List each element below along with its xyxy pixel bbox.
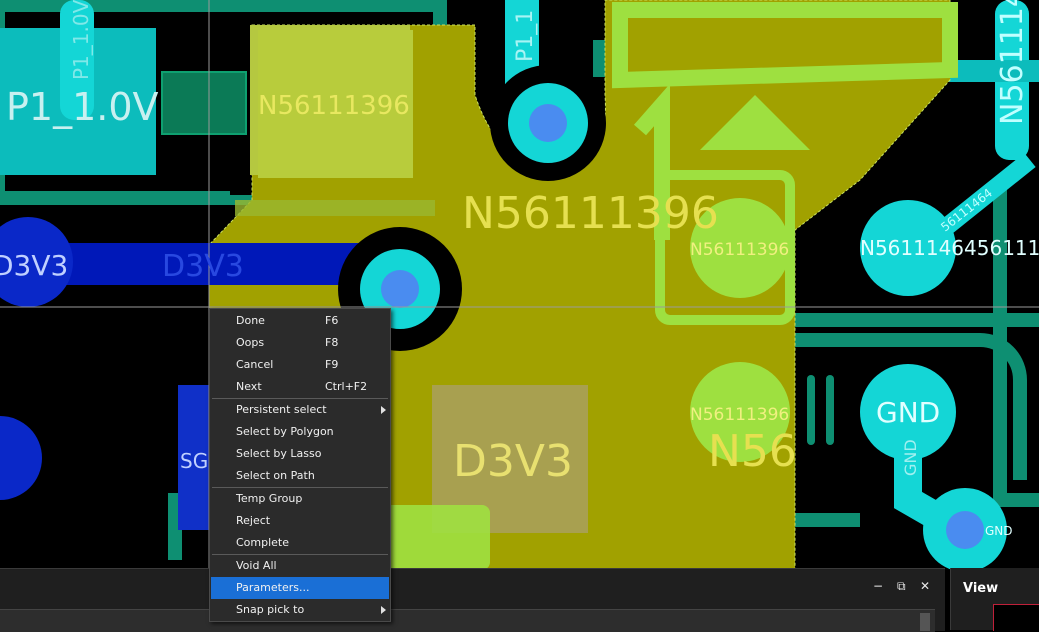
menu-item-shortcut: F6 — [325, 314, 339, 327]
label-cyan-right: N56111464561114 — [860, 236, 1039, 260]
menu-item-label: Persistent select — [236, 403, 327, 416]
panel-content — [0, 609, 935, 632]
restore-icon[interactable]: ⧉ — [897, 579, 906, 594]
menu-item-label: Next — [236, 380, 262, 393]
menu-item-select-by-polygon[interactable]: Select by Polygon — [211, 421, 389, 443]
label-p1-1v0: P1_1.0V — [6, 85, 159, 129]
menu-item-shortcut: Ctrl+F2 — [325, 380, 368, 393]
label-cyan-vertical: N561114 — [995, 0, 1030, 125]
label-gnd-pad: GND — [876, 396, 940, 429]
menu-item-label: Parameters... — [236, 581, 310, 594]
label-net-main: N56111396 — [462, 188, 719, 239]
menu-item-label: Complete — [236, 536, 290, 549]
label-d3v3-left: D3V3 — [0, 249, 68, 282]
menu-item-label: Done — [236, 314, 265, 327]
menu-item-label: Void All — [236, 559, 277, 572]
label-net-pad-upper: N56111396 — [690, 240, 789, 260]
menu-item-reject[interactable]: Reject — [211, 510, 389, 532]
menu-item-label: Select by Lasso — [236, 447, 322, 460]
minimize-icon[interactable]: − — [873, 579, 883, 593]
menu-item-complete[interactable]: Complete — [211, 532, 389, 554]
menu-item-shortcut: F9 — [325, 358, 339, 371]
label-d3v3-pad: D3V3 — [453, 436, 573, 487]
label-d3v3-blue: D3V3 — [162, 249, 244, 284]
label-gnd-vertical: GND — [901, 439, 920, 476]
menu-item-snap-pick-to[interactable]: Snap pick to — [211, 599, 389, 621]
trace-outline — [235, 200, 435, 216]
menu-item-label: Oops — [236, 336, 265, 349]
menu-item-select-by-lasso[interactable]: Select by Lasso — [211, 443, 389, 465]
view-thumbnail[interactable] — [993, 604, 1039, 631]
menu-item-select-on-path[interactable]: Select on Path — [211, 465, 389, 487]
label-p1-1-vertical: P1_1 — [513, 10, 538, 62]
label-net-top-pad: N56111396 — [258, 91, 410, 121]
menu-item-oops[interactable]: Oops F8 — [211, 332, 389, 354]
menu-item-persistent-select[interactable]: Persistent select — [211, 399, 389, 421]
green-pad-small — [161, 71, 247, 135]
menu-item-label: Select on Path — [236, 469, 315, 482]
panel-scrollbar[interactable] — [920, 613, 930, 631]
menu-item-cancel[interactable]: Cancel F9 — [211, 354, 389, 376]
menu-item-label: Snap pick to — [236, 603, 305, 616]
view-panel: View — [950, 568, 1039, 631]
menu-item-shortcut: F8 — [325, 336, 339, 349]
close-icon[interactable]: ✕ — [920, 579, 930, 593]
menu-item-void-all[interactable]: Void All — [211, 555, 389, 577]
via-top-hole — [529, 104, 567, 142]
menu-item-label: Reject — [236, 514, 271, 527]
label-sg: SG — [180, 449, 208, 473]
label-p1-1v0-vertical: P1_1.0V — [69, 0, 93, 80]
menu-item-parameters[interactable]: Parameters... — [211, 577, 389, 599]
label-gnd-small: GND — [985, 524, 1013, 538]
label-net-pad-lower: N56111396 — [690, 405, 789, 425]
submenu-arrow-icon — [381, 406, 386, 414]
menu-item-done[interactable]: Done F6 — [211, 310, 389, 332]
submenu-arrow-icon — [381, 606, 386, 614]
menu-item-label: Temp Group — [236, 492, 303, 505]
green-bar-2 — [826, 375, 834, 445]
pcb-canvas[interactable]: P1_1.0V P1_1.0V P1_1 N56111396 N56111396… — [0, 0, 1039, 630]
via-mid-hole — [381, 270, 419, 308]
menu-item-label: Cancel — [236, 358, 274, 371]
label-n56: N56 — [708, 426, 797, 477]
menu-item-temp-group[interactable]: Temp Group — [211, 488, 389, 510]
via-bottom-hole — [946, 511, 984, 549]
context-menu: Done F6 Oops F8 Cancel F9 Next Ctrl+F2 P… — [209, 308, 391, 622]
menu-item-next[interactable]: Next Ctrl+F2 — [211, 376, 389, 398]
green-bar-1 — [807, 375, 815, 445]
view-panel-title: View — [963, 581, 999, 596]
menu-item-label: Select by Polygon — [236, 425, 334, 438]
output-panel: − ⧉ ✕ — [0, 568, 945, 632]
